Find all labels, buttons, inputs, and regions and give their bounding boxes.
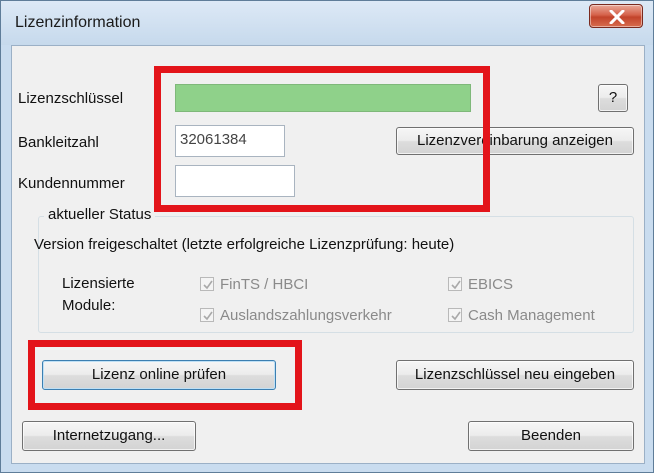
check-license-online-button[interactable]: Lizenz online prüfen [42, 360, 276, 390]
check-license-online-label: Lizenz online prüfen [91, 366, 227, 383]
bank-code-field[interactable]: 32061384 [175, 125, 285, 157]
internet-access-button[interactable]: Internetzugang... [22, 421, 196, 451]
quit-button[interactable]: Beenden [468, 421, 634, 451]
status-group-title: aktueller Status [44, 206, 156, 223]
module-fints-hbci-checkbox[interactable]: FinTS / HBCI [200, 276, 308, 293]
module-ebics-label: EBICS [468, 276, 514, 293]
modules-label: Lizensierte [62, 275, 135, 292]
module-foreign-payments-checkbox[interactable]: Auslandszahlungsverkehr [200, 307, 392, 324]
internet-access-label: Internetzugang... [52, 427, 166, 444]
quit-label: Beenden [520, 427, 582, 444]
checkmark-icon [200, 277, 214, 291]
module-cash-management-label: Cash Management [468, 307, 595, 324]
reenter-license-key-label: Lizenzschlüssel neu eingeben [414, 366, 616, 383]
status-message: Version freigeschaltet (letzte erfolgrei… [34, 236, 455, 253]
customer-number-label: Kundennummer [18, 175, 125, 192]
module-cash-management-checkbox[interactable]: Cash Management [448, 307, 595, 324]
checkmark-icon [448, 308, 462, 322]
help-button-label: ? [608, 89, 618, 106]
show-license-agreement-button[interactable]: Lizenzvereinbarung anzeigen [396, 127, 634, 155]
module-foreign-payments-label: Auslandszahlungsverkehr [220, 307, 392, 324]
checkmark-icon [448, 277, 462, 291]
bank-code-label: Bankleitzahl [18, 134, 99, 151]
license-key-field[interactable] [175, 84, 471, 112]
window-title: Lizenzinformation [15, 14, 141, 31]
reenter-license-key-button[interactable]: Lizenzschlüssel neu eingeben [396, 360, 634, 390]
close-button[interactable] [589, 4, 643, 28]
title-bar: Lizenzinformation [1, 1, 653, 45]
help-button[interactable]: ? [598, 84, 628, 112]
license-key-label: Lizenzschlüssel [18, 90, 124, 107]
close-x-icon [609, 10, 625, 24]
modules-label-line2: Module: [62, 297, 116, 314]
show-license-agreement-label: Lizenzvereinbarung anzeigen [417, 132, 613, 149]
customer-number-field[interactable] [175, 165, 295, 197]
checkmark-icon [200, 308, 214, 322]
module-fints-hbci-label: FinTS / HBCI [220, 276, 309, 293]
module-ebics-checkbox[interactable]: EBICS [448, 276, 513, 293]
